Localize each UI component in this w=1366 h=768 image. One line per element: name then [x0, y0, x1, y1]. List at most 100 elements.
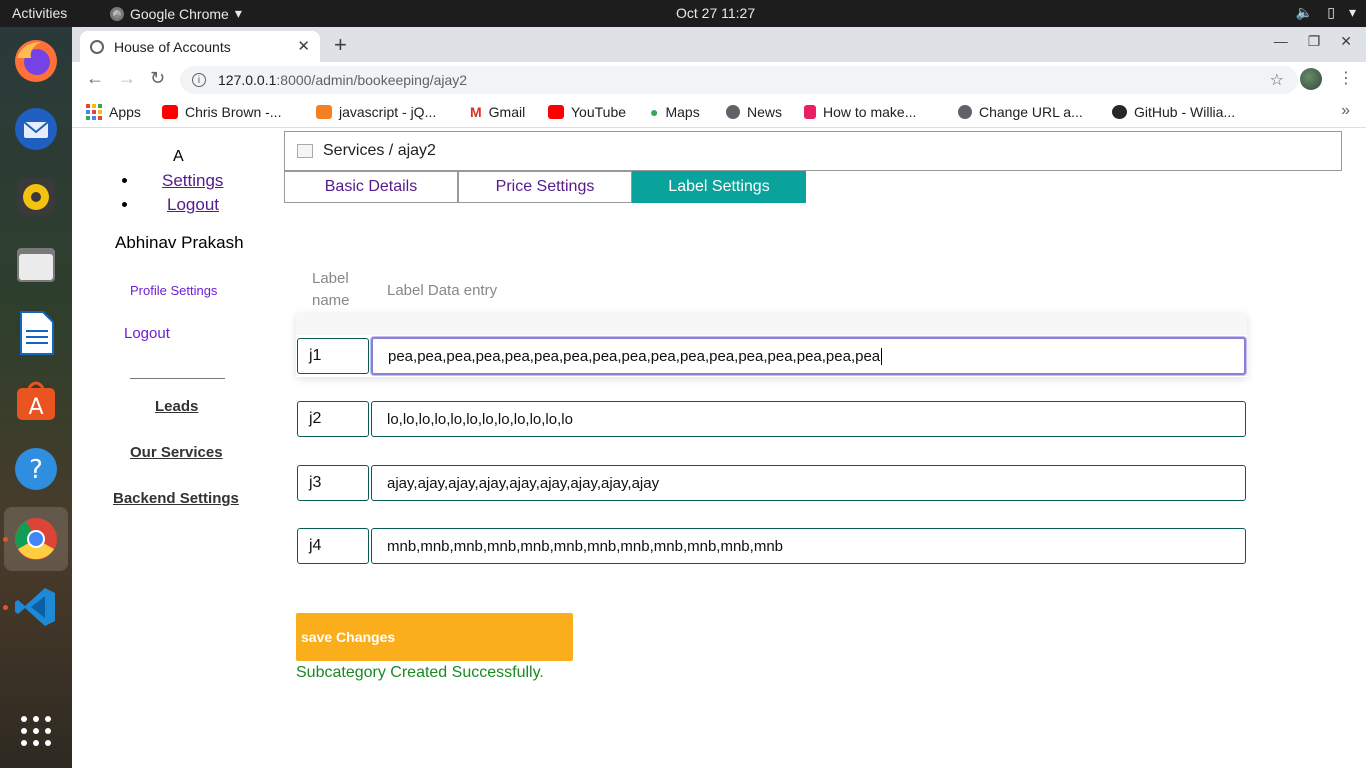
bookmark-label: Maps — [665, 104, 700, 120]
close-window-button[interactable]: ✕ — [1340, 33, 1352, 50]
software-icon[interactable]: A — [12, 377, 60, 425]
youtube-icon — [548, 105, 564, 119]
bookmark-news[interactable]: News — [726, 104, 782, 120]
bookmark-youtube[interactable]: YouTube — [548, 104, 626, 120]
info-icon[interactable]: i — [192, 73, 206, 87]
label-data-input[interactable]: mnb,mnb,mnb,mnb,mnb,mnb,mnb,mnb,mnb,mnb,… — [371, 528, 1246, 564]
bookmark-label: Gmail — [488, 104, 526, 120]
back-button[interactable]: ← — [86, 68, 104, 89]
apps-grid-icon — [86, 104, 102, 120]
clock[interactable]: Oct 27 11:27 — [676, 5, 755, 21]
tab-basic-details[interactable]: Basic Details — [284, 171, 458, 203]
chrome-icon[interactable] — [12, 515, 60, 563]
breadcrumb: Services / ajay2 — [284, 131, 1342, 171]
label-name-input[interactable]: j4 — [297, 528, 369, 564]
logout-link[interactable]: Logout — [124, 325, 170, 342]
avatar-letter: A — [173, 148, 184, 165]
globe-icon — [726, 105, 740, 119]
bookmark-label: Change URL a... — [979, 104, 1083, 120]
nav-leads[interactable]: Leads — [155, 398, 198, 415]
profile-settings-link[interactable]: Profile Settings — [130, 283, 217, 298]
bookmark-label: Apps — [109, 104, 141, 120]
window-controls: — ❐ ✕ — [1274, 33, 1352, 50]
sidebar: A Settings Logout Abhinav Prakash Profil… — [72, 129, 284, 768]
url-host: 127.0.0.1 — [218, 72, 277, 88]
col-header-label-name-line2: name — [312, 292, 350, 309]
label-name-input[interactable]: j2 — [297, 401, 369, 437]
label-data-value: ajay,ajay,ajay,ajay,ajay,ajay,ajay,ajay,… — [387, 474, 660, 492]
url-path: :8000/admin/bookeeping/ajay2 — [276, 72, 468, 88]
nav-backend-settings[interactable]: Backend Settings — [113, 490, 239, 507]
label-name-input[interactable]: j3 — [297, 465, 369, 501]
label-data-input[interactable]: pea,pea,pea,pea,pea,pea,pea,pea,pea,pea,… — [371, 337, 1246, 375]
app-menu[interactable]: Google Chrome ▾ — [110, 5, 242, 22]
bookmark-star-icon[interactable]: ☆ — [1270, 70, 1284, 90]
bookmark-javascript[interactable]: javascript - jQ... — [316, 104, 436, 120]
nav-our-services[interactable]: Our Services — [130, 444, 223, 461]
logout-link-top[interactable]: Logout — [167, 195, 219, 215]
globe-icon — [90, 39, 104, 54]
writer-icon[interactable] — [12, 309, 60, 357]
browser-tab[interactable]: House of Accounts ✕ — [80, 31, 320, 62]
app-grid-icon[interactable] — [12, 707, 60, 755]
bookmark-gmail[interactable]: M Gmail — [470, 104, 525, 120]
bookmark-label: javascript - jQ... — [339, 104, 437, 120]
label-data-value: lo,lo,lo,lo,lo,lo,lo,lo,lo,lo,lo,lo — [387, 410, 573, 428]
stackoverflow-icon — [316, 105, 332, 119]
label-name-input[interactable]: j1 — [297, 338, 369, 374]
activities-button[interactable]: Activities — [12, 5, 67, 21]
page-content: A Settings Logout Abhinav Prakash Profil… — [72, 129, 1366, 768]
firefox-icon[interactable] — [12, 37, 60, 85]
label-data-input[interactable]: ajay,ajay,ajay,ajay,ajay,ajay,ajay,ajay,… — [371, 465, 1246, 501]
thunderbird-icon[interactable] — [12, 105, 60, 153]
system-top-bar: Activities Google Chrome ▾ Oct 27 11:27 … — [0, 0, 1366, 27]
bookmark-apps[interactable]: Apps — [86, 104, 141, 120]
close-tab-icon[interactable]: ✕ — [297, 37, 310, 55]
svg-text:?: ? — [29, 455, 43, 485]
settings-link[interactable]: Settings — [162, 171, 223, 191]
globe-icon — [958, 105, 972, 119]
more-bookmarks-icon[interactable]: » — [1341, 102, 1350, 120]
chevron-down-icon: ▾ — [1348, 4, 1356, 20]
running-indicator — [3, 537, 8, 542]
label-data-input[interactable]: lo,lo,lo,lo,lo,lo,lo,lo,lo,lo,lo,lo — [371, 401, 1246, 437]
dock: A ? — [0, 27, 72, 768]
bookmark-label: News — [747, 104, 783, 120]
save-changes-button[interactable]: save Changes — [296, 613, 573, 661]
col-header-label-name-line1: Label — [312, 270, 349, 287]
browser-menu-icon[interactable]: ⋮ — [1338, 68, 1354, 88]
bookmarks-bar: Apps Chris Brown -... javascript - jQ...… — [72, 96, 1366, 128]
bookmark-github[interactable]: GitHub - Willia... — [1112, 104, 1235, 120]
minimize-button[interactable]: — — [1274, 33, 1288, 50]
system-tray[interactable]: 🔈 ▯ ▾ — [1296, 4, 1356, 21]
help-icon[interactable]: ? — [12, 445, 60, 493]
restore-button[interactable]: ❐ — [1308, 33, 1321, 50]
forward-button[interactable]: → — [118, 68, 136, 89]
gmail-icon: M — [470, 104, 482, 120]
label-data-value: mnb,mnb,mnb,mnb,mnb,mnb,mnb,mnb,mnb,mnb,… — [387, 537, 783, 555]
battery-icon: ▯ — [1327, 4, 1335, 20]
broken-image-icon — [297, 144, 313, 158]
label-name-value: j3 — [309, 474, 322, 491]
divider — [130, 378, 225, 379]
reload-button[interactable]: ↻ — [150, 68, 165, 89]
profile-avatar[interactable] — [1300, 68, 1322, 90]
bookmark-change-url[interactable]: Change URL a... — [958, 104, 1083, 120]
tab-price-settings[interactable]: Price Settings — [458, 171, 632, 203]
bookmark-maps[interactable]: ● Maps — [650, 104, 700, 120]
app-name: Google Chrome — [130, 5, 229, 22]
files-icon[interactable] — [12, 241, 60, 289]
bookmark-chris-brown[interactable]: Chris Brown -... — [162, 104, 281, 120]
col-header-label-data: Label Data entry — [387, 282, 498, 299]
bookmark-how-to-make[interactable]: How to make... — [804, 104, 916, 120]
address-bar[interactable]: i 127.0.0.1:8000/admin/bookeeping/ajay2 … — [180, 66, 1298, 94]
rhythmbox-icon[interactable] — [12, 173, 60, 221]
chevron-down-icon: ▾ — [234, 5, 242, 21]
browser-toolbar: ← → ↻ i 127.0.0.1:8000/admin/bookeeping/… — [72, 62, 1366, 96]
vscode-icon[interactable] — [12, 583, 60, 631]
new-tab-button[interactable]: + — [334, 32, 347, 58]
browser-tab-bar: House of Accounts ✕ + — ❐ ✕ — [72, 27, 1366, 62]
tab-label-settings[interactable]: Label Settings — [632, 171, 806, 203]
label-name-value: j2 — [309, 410, 322, 427]
label-name-value: j1 — [309, 347, 322, 364]
